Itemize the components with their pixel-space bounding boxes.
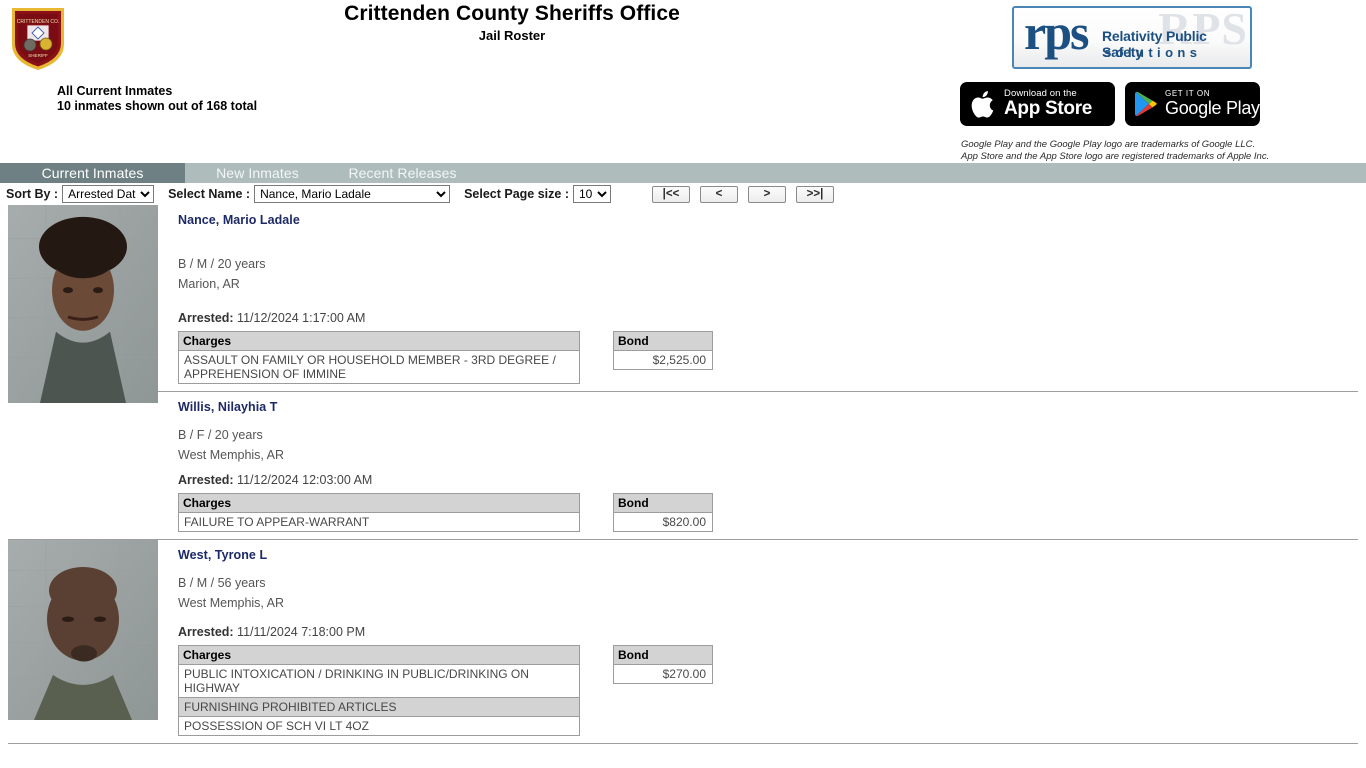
inmate-arrested-value: 11/12/2024 1:17:00 AM: [237, 311, 366, 325]
sort-by-label: Sort By :: [6, 187, 59, 201]
bond-row: $820.00: [613, 512, 713, 532]
tab-new-inmates[interactable]: New Inmates: [185, 163, 330, 183]
bond-header: Bond: [613, 331, 713, 351]
inmate-record: Willis, Nilayhia T B / F / 20 years West…: [0, 392, 1366, 540]
app-store-bottom-label: App Store: [1004, 98, 1093, 120]
roster-toolbar: Sort By : Arrested Date Select Name : Na…: [0, 183, 1366, 205]
rps-wordmark: rps: [1024, 6, 1089, 60]
inmate-name-link[interactable]: West, Tyrone L: [178, 548, 1366, 562]
page-size-label: Select Page size :: [464, 187, 569, 201]
bond-amount: $2,525.00: [613, 350, 713, 370]
bond-row: $270.00: [613, 664, 713, 684]
select-name-label: Select Name :: [168, 187, 251, 201]
select-name-select[interactable]: Nance, Mario Ladale: [254, 185, 451, 203]
tab-bar: Current Inmates New Inmates Recent Relea…: [0, 163, 1366, 183]
charges-header: Charges: [178, 645, 580, 665]
charge-row: FURNISHING PROHIBITED ARTICLES: [178, 697, 580, 717]
google-play-icon: [1135, 91, 1157, 117]
inmate-name-link[interactable]: Nance, Mario Ladale: [178, 213, 1366, 227]
google-play-bottom-label: Google Play: [1165, 97, 1260, 118]
page-title: Crittenden County Sheriffs Office: [344, 2, 680, 25]
inmate-mugshot[interactable]: [8, 540, 158, 720]
inmate-roster: Nance, Mario Ladale B / M / 20 years Mar…: [0, 205, 1366, 744]
bond-row: $2,525.00: [613, 350, 713, 370]
inmate-arrested-value: 11/11/2024 7:18:00 PM: [237, 625, 366, 639]
inmate-info: Nance, Mario Ladale B / M / 20 years Mar…: [178, 205, 1366, 384]
bond-amount: $270.00: [613, 664, 713, 684]
tab-recent-releases[interactable]: Recent Releases: [330, 163, 475, 183]
charges-header: Charges: [178, 493, 580, 513]
charge-row: POSSESSION OF SCH VI LT 4OZ: [178, 716, 580, 736]
bond-header: Bond: [613, 645, 713, 665]
charge-text: FURNISHING PROHIBITED ARTICLES: [178, 697, 580, 717]
inmate-arrested: Arrested: 11/11/2024 7:18:00 PM: [178, 625, 366, 639]
page-size-select[interactable]: 10: [573, 185, 611, 203]
charge-text: ASSAULT ON FAMILY OR HOUSEHOLD MEMBER - …: [178, 350, 580, 384]
tab-current-inmates[interactable]: Current Inmates: [0, 163, 185, 183]
charges-table: Charges FAILURE TO APPEAR-WARRANT: [178, 493, 580, 532]
inmate-arrested-value: 11/12/2024 12:03:00 AM: [237, 473, 373, 487]
inmate-demographics: B / M / 20 years: [178, 257, 266, 271]
first-page-button[interactable]: |<<: [652, 185, 690, 203]
bond-table: Bond $820.00: [613, 493, 713, 532]
charge-text: POSSESSION OF SCH VI LT 4OZ: [178, 716, 580, 736]
charge-row: PUBLIC INTOXICATION / DRINKING IN PUBLIC…: [178, 664, 580, 698]
status-line-all-current: All Current Inmates: [57, 84, 173, 98]
rps-logo: RPS rps Relativity Public Safety solutio…: [1012, 6, 1252, 69]
charges-table: Charges PUBLIC INTOXICATION / DRINKING I…: [178, 645, 580, 736]
app-store-button[interactable]: Download on the App Store: [960, 82, 1115, 126]
charges-header: Charges: [178, 331, 580, 351]
page-header: CRITTENDEN CO. SHERIFF Crittenden County…: [0, 0, 1366, 163]
bond-header: Bond: [613, 493, 713, 513]
inmate-record: West, Tyrone L B / M / 56 years West Mem…: [0, 540, 1366, 744]
charges-table: Charges ASSAULT ON FAMILY OR HOUSEHOLD M…: [178, 331, 580, 384]
record-separator: [8, 743, 1358, 744]
next-page-button[interactable]: >: [748, 185, 786, 203]
bond-amount: $820.00: [613, 512, 713, 532]
inmate-tables: Charges FAILURE TO APPEAR-WARRANT Bond $…: [178, 493, 1366, 532]
charge-text: PUBLIC INTOXICATION / DRINKING IN PUBLIC…: [178, 664, 580, 698]
bond-table: Bond $270.00: [613, 645, 713, 684]
pagination-controls: |<< < > >>|: [652, 185, 834, 203]
inmate-arrested: Arrested: 11/12/2024 1:17:00 AM: [178, 311, 366, 325]
last-page-button[interactable]: >>|: [796, 185, 834, 203]
prev-page-button[interactable]: <: [700, 185, 738, 203]
charge-row: FAILURE TO APPEAR-WARRANT: [178, 512, 580, 532]
inmate-demographics: B / F / 20 years: [178, 428, 263, 442]
inmate-info: West, Tyrone L B / M / 56 years West Mem…: [178, 540, 1366, 736]
sort-by-select[interactable]: Arrested Date: [62, 185, 155, 203]
rps-tagline-line2: solutions: [1104, 45, 1202, 60]
charge-row: ASSAULT ON FAMILY OR HOUSEHOLD MEMBER - …: [178, 350, 580, 384]
inmate-city: West Memphis, AR: [178, 595, 285, 610]
page-title-block: Crittenden County Sheriffs Office Jail R…: [0, 2, 1024, 45]
inmate-city: West Memphis, AR: [178, 447, 285, 462]
inmate-city: Marion, AR: [178, 276, 240, 291]
trademark-note: Google Play and the Google Play logo are…: [961, 139, 1269, 162]
google-play-button[interactable]: GET IT ON Google Play: [1125, 82, 1260, 126]
svg-text:SHERIFF: SHERIFF: [28, 53, 48, 58]
inmate-demographics: B / M / 56 years: [178, 576, 266, 590]
inmate-tables: Charges PUBLIC INTOXICATION / DRINKING I…: [178, 645, 1366, 736]
apple-icon: [971, 90, 994, 118]
trademark-line-apple: App Store and the App Store logo are reg…: [961, 150, 1270, 162]
charge-text: FAILURE TO APPEAR-WARRANT: [178, 512, 580, 532]
inmate-tables: Charges ASSAULT ON FAMILY OR HOUSEHOLD M…: [178, 331, 1366, 384]
inmate-name-link[interactable]: Willis, Nilayhia T: [178, 400, 1366, 414]
bond-table: Bond $2,525.00: [613, 331, 713, 370]
inmate-record: Nance, Mario Ladale B / M / 20 years Mar…: [0, 205, 1366, 403]
status-line-count: 10 inmates shown out of 168 total: [57, 98, 258, 113]
inmate-arrested: Arrested: 11/12/2024 12:03:00 AM: [178, 473, 373, 487]
inmate-info: Willis, Nilayhia T B / F / 20 years West…: [178, 392, 1366, 532]
roster-status: All Current Inmates 10 inmates shown out…: [57, 84, 257, 113]
inmate-mugshot[interactable]: [8, 205, 158, 403]
page-subtitle: Jail Roster: [478, 28, 546, 43]
trademark-line-google: Google Play and the Google Play logo are…: [961, 139, 1256, 150]
